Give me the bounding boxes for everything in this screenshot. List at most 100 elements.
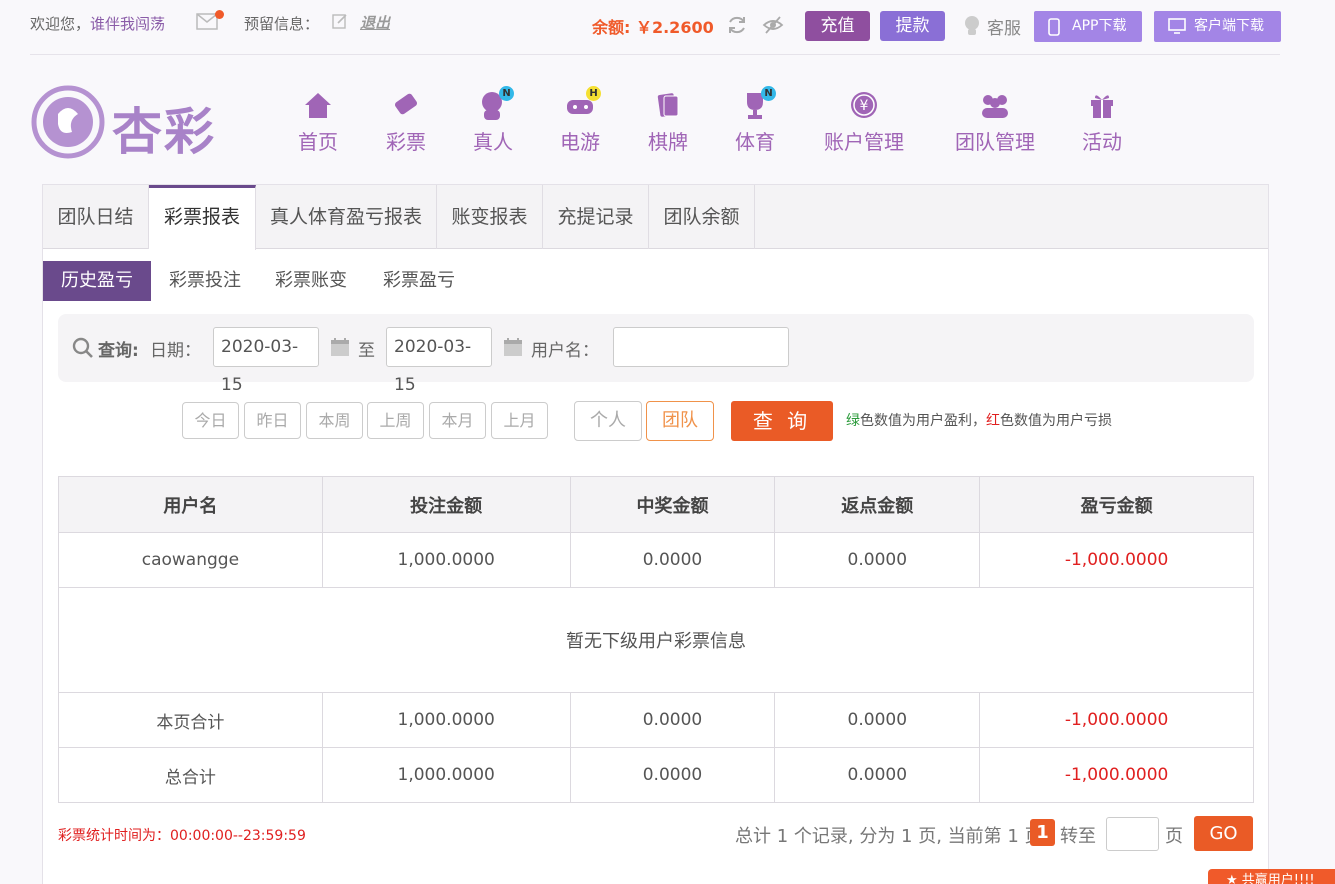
svg-text:¥: ¥ [860,98,869,114]
nav-live[interactable]: N 真人 [471,86,515,155]
cards-icon [657,93,679,117]
table-header-row: 用户名 投注金额 中奖金额 返点金额 盈亏金额 [58,476,1254,533]
nav-sports[interactable]: N 体育 [733,86,777,155]
nav-label: 账户管理 [824,130,904,154]
date-from-input[interactable]: 2020-03-15 [213,327,319,395]
cell-rebate: 0.0000 [774,747,981,803]
monitor-icon [1168,18,1186,34]
last-week-button[interactable]: 上周 [367,402,424,439]
pager-summary: 总计 1 个记录, 分为 1 页, 当前第 1 页 [735,826,1043,847]
cell-rebate: 0.0000 [774,532,981,588]
tab-account-change[interactable]: 账变报表 [437,185,543,249]
customer-service-link[interactable]: 客服 [987,14,1021,39]
subtab-lottery-pnl[interactable]: 彩票盈亏 [373,261,465,301]
new-badge: N [499,86,514,101]
this-week-button[interactable]: 本周 [306,402,363,439]
col-win-amount: 中奖金额 [569,476,776,533]
cell-rebate: 0.0000 [774,692,981,748]
nav-lottery[interactable]: 彩票 [384,88,428,155]
nav-label: 首页 [298,130,338,154]
trophy-icon-wrap: N [738,86,776,122]
yesterday-button[interactable]: 昨日 [244,402,301,439]
client-download-button[interactable]: 客户端下载 [1154,11,1281,42]
refresh-icon[interactable] [726,14,748,36]
cell-label: 本页合计 [58,692,323,748]
tab-daily-settlement[interactable]: 团队日结 [43,185,149,249]
nav-account[interactable]: ¥ 账户管理 [820,88,908,155]
legend-green: 绿 [846,413,860,429]
new-badge: N [761,86,776,101]
username-label: 用户名： [531,341,599,361]
cell-bet: 1,000.0000 [321,532,571,588]
client-download-label: 客户端下载 [1194,18,1264,34]
username-input[interactable] [613,327,789,367]
hide-balance-icon[interactable] [762,14,784,36]
recharge-button[interactable]: 充值 [805,11,870,41]
top-bar: 欢迎您，谁伴我闯荡 预留信息： 退出 余额: ￥2.2600 充值 提款 客服 … [0,0,1335,46]
personal-button[interactable]: 个人 [574,401,642,441]
calendar-icon[interactable] [503,337,523,357]
app-download-label: APP下载 [1072,18,1127,34]
nav-label: 团队管理 [955,130,1035,154]
tab-lottery-report[interactable]: 彩票报表 [149,185,256,250]
cell-pnl: -1,000.0000 [979,747,1254,803]
nav-label: 活动 [1082,130,1122,154]
search-bar: 查询: 日期： 2020-03-15 至 2020-03-15 用户名： [58,314,1254,395]
cell-username: caowangge [58,532,323,588]
edit-icon[interactable] [332,13,348,29]
report-table: 用户名 投注金额 中奖金额 返点金额 盈亏金额 caowangge 1,000.… [58,476,1254,803]
logout-link[interactable]: 退出 [360,12,390,33]
col-rebate-amount: 返点金额 [774,476,981,533]
app-download-button[interactable]: APP下载 [1034,11,1142,42]
nav-activity[interactable]: 活动 [1080,88,1124,155]
floating-promo-tab[interactable]: ★ 共赢用户!!!! [1208,869,1335,884]
go-button[interactable]: GO [1194,816,1253,851]
date-to-input[interactable]: 2020-03-15 [386,327,492,395]
team-button[interactable]: 团队 [646,401,714,441]
current-page[interactable]: 1 [1030,819,1055,846]
page-number-input[interactable] [1106,817,1159,851]
subtab-lottery-changes[interactable]: 彩票账变 [265,261,357,301]
balance: 余额: ￥2.2600 [592,18,714,37]
nav-home[interactable]: 首页 [296,88,340,155]
nav-chess[interactable]: 棋牌 [646,88,690,155]
goto-label: 转至 [1060,826,1096,847]
search-icon [72,337,93,358]
nav-team[interactable]: 团队管理 [951,88,1039,155]
page-suffix: 页 [1165,826,1183,847]
customer-service-icon[interactable] [962,14,982,36]
cell-pnl: -1,000.0000 [979,692,1254,748]
tab-deposit-withdraw[interactable]: 充提记录 [543,185,649,249]
query-button[interactable]: 查 询 [731,401,833,441]
nav-label: 电游 [560,130,600,154]
subtab-history-pnl[interactable]: 历史盈亏 [43,261,151,301]
stat-time-note: 彩票统计时间为：00:00:00--23:59:59 [58,828,306,844]
gift-icon [1091,95,1113,118]
lottery-icon [394,93,418,115]
report-tabs: 团队日结 彩票报表 真人体育盈亏报表 账变报表 充提记录 团队余额 [43,185,1268,250]
cell-label: 总合计 [58,747,323,803]
this-month-button[interactable]: 本月 [429,402,486,439]
nav-label: 棋牌 [648,130,688,154]
subtab-lottery-bets[interactable]: 彩票投注 [159,261,251,301]
nav-egame[interactable]: H 电游 [558,86,602,155]
grand-total-row: 总合计 1,000.0000 0.0000 0.0000 -1,000.0000 [58,747,1254,803]
cell-pnl: -1,000.0000 [979,532,1254,588]
reserved-info-label: 预留信息： [244,15,320,33]
withdraw-button[interactable]: 提款 [880,11,945,41]
cell-bet: 1,000.0000 [321,747,571,803]
yen-coin-icon: ¥ [851,92,877,118]
legend-mid: 色数值为用户盈利， [860,413,986,429]
col-username: 用户名 [58,476,323,533]
today-button[interactable]: 今日 [182,402,239,439]
gamepad-icon-wrap: H [563,86,601,122]
tab-live-sports-report[interactable]: 真人体育盈亏报表 [256,185,437,249]
tab-team-balance[interactable]: 团队余额 [649,185,755,249]
username[interactable]: 谁伴我闯荡 [90,15,165,33]
page-total-row: 本页合计 1,000.0000 0.0000 0.0000 -1,000.000… [58,692,1254,748]
calendar-icon[interactable] [330,337,350,357]
last-month-button[interactable]: 上月 [491,402,548,439]
empty-row: 暂无下级用户彩票信息 [58,587,1254,693]
col-bet-amount: 投注金额 [321,476,571,533]
to-label: 至 [358,341,375,361]
